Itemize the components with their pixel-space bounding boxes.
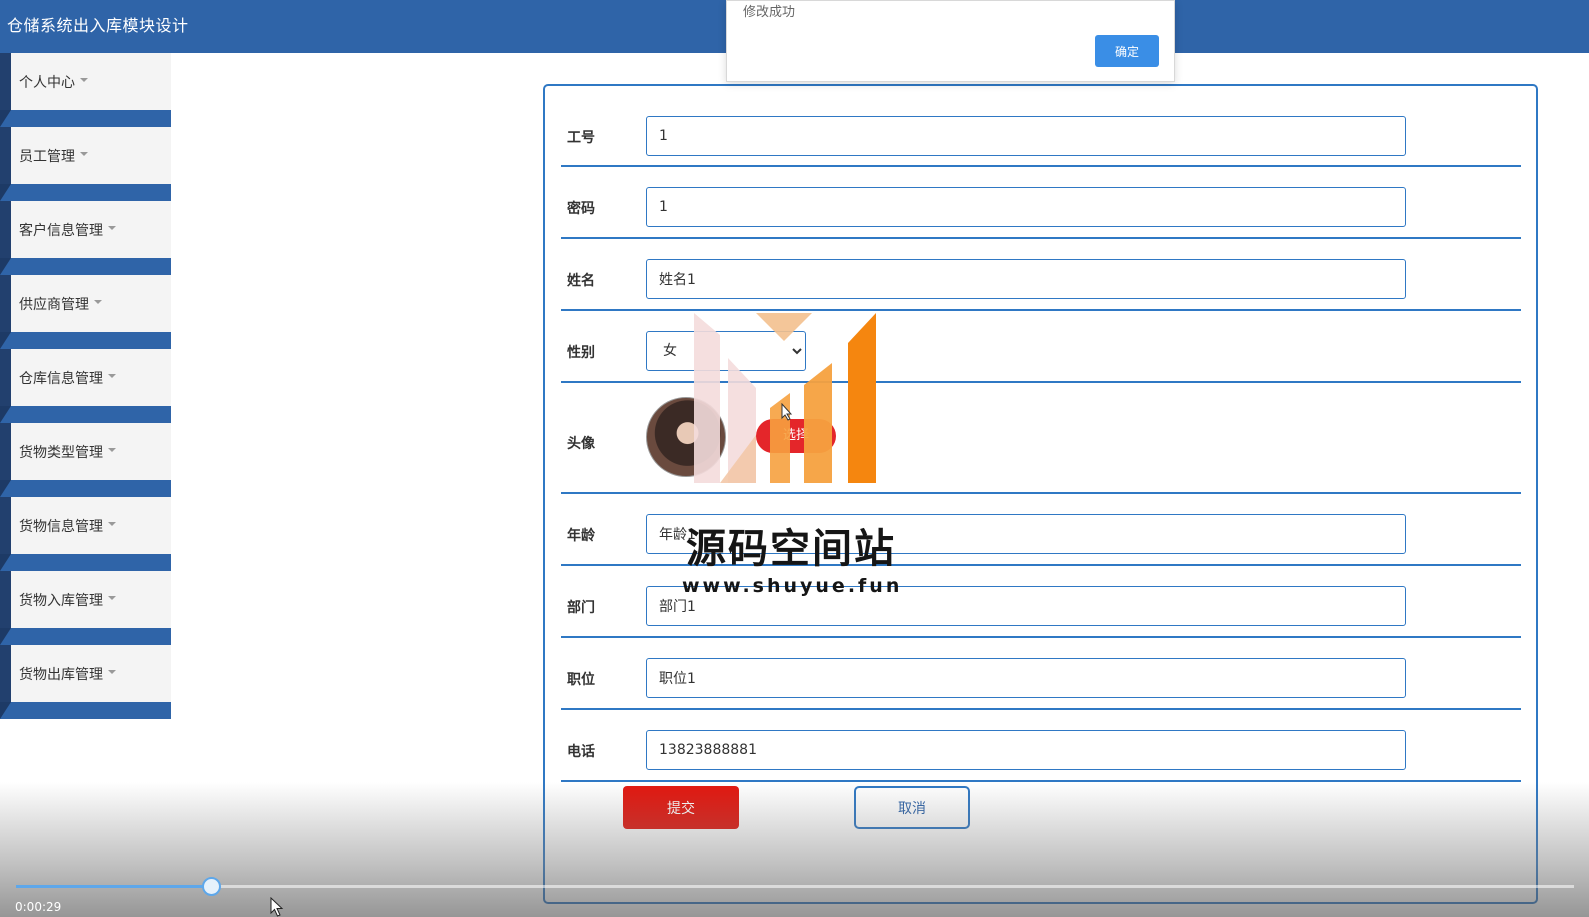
app-title: 仓储系统出入库模块设计 [7, 16, 189, 35]
form-row-password: 密码 [561, 167, 1521, 239]
caret-down-icon [94, 299, 102, 304]
sidebar-divider [0, 480, 171, 497]
sidebar-divider [0, 702, 171, 719]
sidebar-divider [0, 628, 171, 645]
sidebar-item-personal-center[interactable]: 个人中心 [0, 53, 171, 110]
sidebar-item-label: 仓库信息管理 [19, 370, 103, 387]
sidebar-divider [0, 332, 171, 349]
sidebar-item-label: 货物出库管理 [19, 666, 103, 683]
sidebar-group: 仓库信息管理 [0, 349, 171, 423]
mouse-cursor-icon [270, 897, 284, 917]
sidebar-divider [0, 184, 171, 201]
success-dialog: 修改成功 确定 [726, 0, 1175, 82]
sidebar-item-goods-info[interactable]: 货物信息管理 [0, 497, 171, 554]
video-progress-bar[interactable] [16, 877, 1574, 896]
form-row-avatar: 头像 选择 [561, 383, 1521, 494]
mouse-cursor-icon [781, 403, 793, 421]
employee-form-panel: 工号 密码 姓名 性别 女 头像 选择 年龄 部门 职位 电话 [543, 84, 1538, 904]
form-row-employee-id: 工号 [561, 86, 1521, 167]
sidebar-group: 货物类型管理 [0, 423, 171, 497]
sidebar-group: 货物信息管理 [0, 497, 171, 571]
sidebar-item-label: 客户信息管理 [19, 222, 103, 239]
phone-input[interactable] [646, 730, 1406, 770]
submit-button[interactable]: 提交 [623, 786, 739, 829]
sidebar-group: 个人中心 [0, 53, 171, 127]
sidebar-item-customers[interactable]: 客户信息管理 [0, 201, 171, 258]
position-input[interactable] [646, 658, 1406, 698]
sidebar-divider [0, 110, 171, 127]
sidebar-item-goods-inbound[interactable]: 货物入库管理 [0, 571, 171, 628]
sidebar-item-goods-types[interactable]: 货物类型管理 [0, 423, 171, 480]
video-progress-fill [16, 885, 211, 888]
sidebar-group: 供应商管理 [0, 275, 171, 349]
password-label: 密码 [567, 201, 595, 217]
sidebar-item-suppliers[interactable]: 供应商管理 [0, 275, 171, 332]
caret-down-icon [108, 669, 116, 674]
form-row-phone: 电话 [561, 710, 1521, 782]
department-label: 部门 [567, 600, 595, 616]
sidebar-group: 员工管理 [0, 127, 171, 201]
sidebar-group: 货物入库管理 [0, 571, 171, 645]
sidebar-item-warehouses[interactable]: 仓库信息管理 [0, 349, 171, 406]
caret-down-icon [80, 151, 88, 156]
sidebar-item-staff[interactable]: 员工管理 [0, 127, 171, 184]
form-row-name: 姓名 [561, 239, 1521, 311]
caret-down-icon [108, 521, 116, 526]
sidebar-divider [0, 258, 171, 275]
sidebar-group: 货物出库管理 [0, 645, 171, 719]
age-label: 年龄 [567, 528, 595, 544]
caret-down-icon [108, 373, 116, 378]
password-input[interactable] [646, 187, 1406, 227]
employee-id-input[interactable] [646, 116, 1406, 156]
caret-down-icon [108, 225, 116, 230]
sidebar-item-goods-outbound[interactable]: 货物出库管理 [0, 645, 171, 702]
avatar-image [646, 397, 726, 477]
dialog-ok-button[interactable]: 确定 [1095, 35, 1159, 67]
sidebar-divider [0, 406, 171, 423]
sidebar-divider [0, 554, 171, 571]
cancel-button[interactable]: 取消 [854, 786, 970, 829]
video-time: 0:00:29 [15, 900, 62, 914]
choose-avatar-button[interactable]: 选择 [756, 419, 836, 453]
sidebar-item-label: 个人中心 [19, 74, 75, 91]
avatar-label: 头像 [567, 436, 595, 452]
position-label: 职位 [567, 672, 595, 688]
name-input[interactable] [646, 259, 1406, 299]
employee-id-label: 工号 [567, 130, 595, 146]
caret-down-icon [108, 447, 116, 452]
sidebar-item-label: 货物信息管理 [19, 518, 103, 535]
form-row-position: 职位 [561, 638, 1521, 710]
phone-label: 电话 [567, 744, 595, 760]
caret-down-icon [80, 77, 88, 82]
watermark-title: 源码空间站 [686, 526, 896, 572]
sidebar-item-label: 货物类型管理 [19, 444, 103, 461]
gender-label: 性别 [567, 345, 595, 361]
caret-down-icon [108, 595, 116, 600]
sidebar-item-label: 货物入库管理 [19, 592, 103, 609]
sidebar-item-label: 员工管理 [19, 148, 75, 165]
gender-select[interactable]: 女 [646, 331, 806, 371]
watermark-url: www.shuyue.fun [682, 575, 903, 597]
dialog-message: 修改成功 [743, 5, 796, 20]
sidebar: 个人中心 员工管理 客户信息管理 供应商管理 仓库信息管理 货物类型管理 货物信… [0, 53, 171, 719]
name-label: 姓名 [567, 273, 595, 289]
form-row-gender: 性别 女 [561, 311, 1521, 383]
sidebar-group: 客户信息管理 [0, 201, 171, 275]
video-progress-knob[interactable] [201, 877, 221, 896]
sidebar-item-label: 供应商管理 [19, 296, 89, 313]
